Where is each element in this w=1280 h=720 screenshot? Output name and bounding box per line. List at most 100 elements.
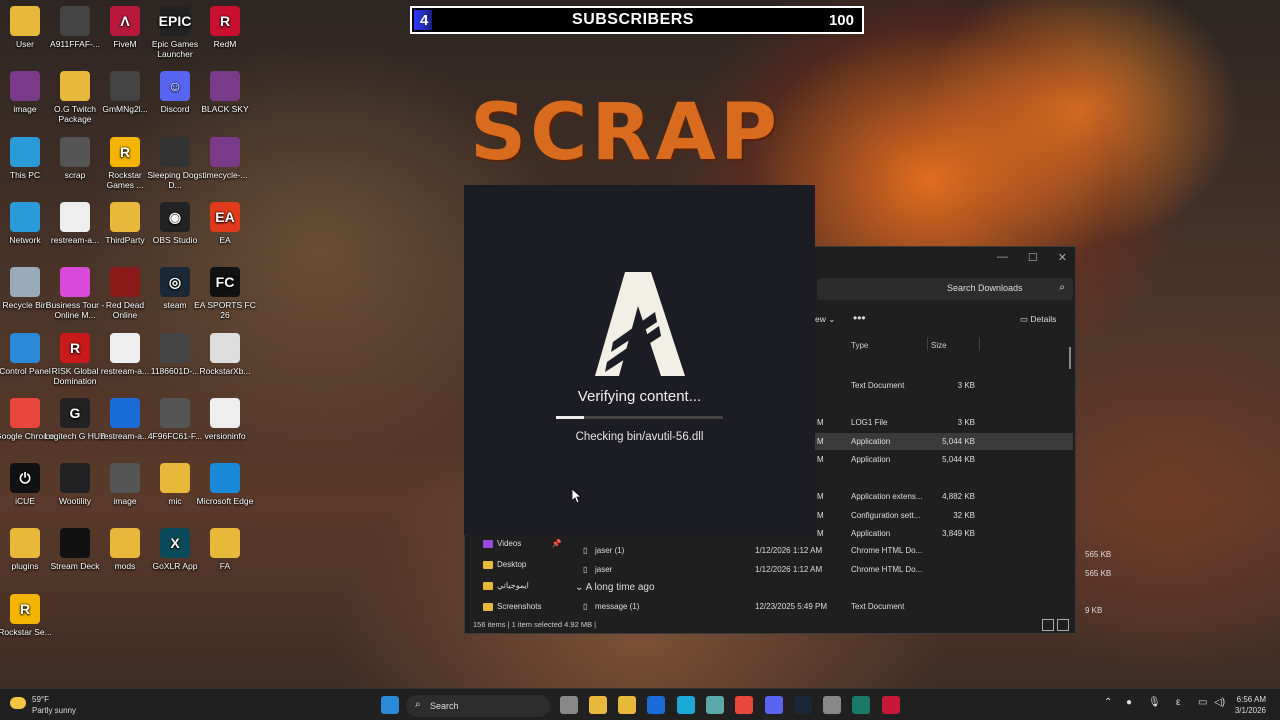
file-row[interactable]: ▯ jaser 1/12/2026 1:12 AM Chrome HTML Do… bbox=[575, 561, 1111, 578]
column-divider[interactable] bbox=[927, 337, 928, 351]
file-type: Application bbox=[851, 529, 891, 538]
column-size[interactable]: Size bbox=[931, 341, 947, 350]
file-date: 12/23/2025 5:49 PM bbox=[755, 602, 828, 611]
search-box[interactable]: Search Downloads ⌕ bbox=[817, 278, 1073, 300]
chrome-alt-icon[interactable] bbox=[706, 696, 724, 714]
temperature: 59°F bbox=[32, 695, 49, 704]
file-size: 4,882 KB bbox=[942, 492, 975, 501]
volume-icon[interactable]: ◁) bbox=[1214, 697, 1225, 708]
subscriber-goal-bar: 4 SUBSCRIBERS 100 bbox=[410, 6, 864, 34]
window-controls: — ☐ ✕ bbox=[997, 251, 1067, 264]
app-icon bbox=[10, 71, 40, 102]
date-suffix: M bbox=[817, 492, 824, 501]
file-explorer-icon[interactable] bbox=[589, 696, 607, 714]
goxlr-icon[interactable] bbox=[852, 696, 870, 714]
file-size: 3,849 KB bbox=[942, 529, 975, 538]
desktop-icon[interactable]: Microsoft Edge bbox=[194, 463, 256, 506]
tray-app-icon[interactable]: ● bbox=[1126, 697, 1132, 708]
app-icon: ◎ bbox=[160, 267, 190, 298]
file-type: Text Document bbox=[851, 602, 905, 611]
pin-icon: 📌 bbox=[551, 539, 562, 548]
discord-icon[interactable] bbox=[765, 696, 783, 714]
chrome-icon[interactable] bbox=[735, 696, 753, 714]
tiles-view-icon[interactable] bbox=[1057, 619, 1069, 631]
nav-item-screenshots[interactable]: Screenshots bbox=[483, 602, 541, 611]
fivem-icon[interactable] bbox=[882, 696, 900, 714]
file-row[interactable]: ▯ message (1) 12/23/2025 5:49 PM Text Do… bbox=[575, 598, 1102, 615]
details-button[interactable]: ▭ Details bbox=[1020, 314, 1056, 325]
file-type: Text Document bbox=[851, 381, 905, 390]
outlook-icon[interactable] bbox=[647, 696, 665, 714]
file-row[interactable]: M LOG1 File 3 KB bbox=[815, 414, 1073, 431]
clock-date: 3/1/2026 bbox=[1234, 706, 1266, 715]
view-toggle bbox=[1042, 619, 1069, 631]
file-row[interactable]: M Application 5,044 KB bbox=[815, 451, 1073, 468]
desktop-icon[interactable]: FA bbox=[194, 528, 256, 571]
scrollbar[interactable] bbox=[1069, 347, 1071, 369]
mouse-cursor-icon bbox=[572, 489, 581, 503]
desktop-icon[interactable]: R RedM bbox=[194, 6, 256, 49]
view-button[interactable]: ew ⌄ bbox=[815, 314, 835, 325]
search-icon: ⌕ bbox=[415, 699, 421, 710]
details-view-icon[interactable] bbox=[1042, 619, 1054, 631]
chevron-up-icon[interactable]: ⌃ bbox=[1104, 697, 1112, 708]
app-icon bbox=[10, 332, 40, 363]
file-date: 1/12/2026 1:12 AM bbox=[755, 565, 823, 574]
maximize-icon[interactable]: ☐ bbox=[1028, 251, 1038, 264]
nav-item-desktop[interactable]: Desktop bbox=[483, 560, 526, 569]
taskbar-search[interactable]: ⌕ Search bbox=[406, 695, 550, 717]
app-icon bbox=[110, 201, 140, 232]
group-header[interactable]: ⌄ A long time ago bbox=[575, 582, 655, 593]
desktop-icon[interactable]: FC EA SPORTS FC 26 bbox=[194, 267, 256, 320]
column-divider[interactable] bbox=[979, 337, 980, 351]
column-type[interactable]: Type bbox=[851, 341, 868, 350]
app-icon bbox=[210, 397, 240, 428]
nav-item-emoji-folder[interactable]: ايموجياتي bbox=[483, 581, 529, 590]
edge-icon[interactable] bbox=[677, 696, 695, 714]
minimize-icon[interactable]: — bbox=[997, 251, 1008, 264]
folder-icon bbox=[483, 581, 493, 590]
file-row[interactable]: M Application extens... 4,882 KB bbox=[815, 488, 1073, 505]
partly-sunny-icon bbox=[10, 697, 26, 709]
task-view-icon[interactable] bbox=[560, 696, 578, 714]
microphone-icon[interactable]: 🎙 bbox=[1148, 697, 1161, 708]
desktop-icon-label: Microsoft Edge bbox=[196, 496, 254, 507]
windows-start-icon[interactable] bbox=[381, 696, 399, 714]
desktop-icon[interactable]: versioninfo bbox=[194, 397, 256, 441]
file-row[interactable]: Text Document 3 KB bbox=[815, 377, 1073, 394]
steam-icon[interactable] bbox=[794, 696, 812, 714]
nav-item-videos[interactable]: Videos 📌 bbox=[483, 539, 562, 548]
system-clock[interactable]: 6:56 AM 3/1/2026 bbox=[1235, 694, 1266, 716]
desktop-icon[interactable]: RockstarXb... bbox=[194, 332, 256, 376]
app-icon bbox=[60, 6, 90, 36]
file-name: jaser (1) bbox=[595, 546, 625, 555]
file-row[interactable]: ▯ jaser (1) 1/12/2026 1:12 AM Chrome HTM… bbox=[575, 542, 1111, 559]
desktop-icon[interactable]: timecycle-... bbox=[194, 136, 256, 180]
file-row[interactable]: M Application 5,044 KB bbox=[815, 433, 1073, 450]
fivem-logo-icon bbox=[595, 272, 685, 376]
desktop-icon[interactable]: R Rockstar Se... bbox=[0, 593, 56, 637]
app-icon: X bbox=[160, 528, 190, 559]
obs-icon[interactable] bbox=[823, 696, 841, 714]
app-icon: R bbox=[10, 593, 40, 624]
app-icon bbox=[60, 267, 90, 298]
language-icon[interactable]: ε bbox=[1176, 697, 1180, 708]
desktop-icon-label: RockstarXb... bbox=[199, 365, 251, 376]
file-size: 5,044 KB bbox=[942, 437, 975, 446]
file-row[interactable]: M Configuration sett... 32 KB bbox=[815, 507, 1073, 524]
file-type: Chrome HTML Do... bbox=[851, 546, 923, 555]
app-icon bbox=[60, 71, 90, 102]
network-icon[interactable]: ▭ bbox=[1198, 697, 1207, 708]
desktop-icon[interactable]: BLACK SKY bbox=[194, 71, 256, 114]
close-icon[interactable]: ✕ bbox=[1058, 251, 1067, 264]
subscriber-label: SUBSCRIBERS bbox=[572, 11, 694, 28]
date-suffix: M bbox=[817, 511, 824, 520]
desktop-icon[interactable]: EA EA bbox=[194, 201, 256, 245]
more-options-button[interactable]: ••• bbox=[853, 311, 866, 325]
file-row[interactable]: M Application 3,849 KB bbox=[815, 525, 1073, 542]
date-suffix: M bbox=[817, 418, 824, 427]
desktop-icon-label: versioninfo bbox=[204, 430, 246, 441]
subscriber-goal: 100 bbox=[828, 11, 854, 29]
ms-store-icon[interactable] bbox=[618, 696, 636, 714]
desktop-icon-label: Rockstar Se... bbox=[0, 626, 52, 637]
